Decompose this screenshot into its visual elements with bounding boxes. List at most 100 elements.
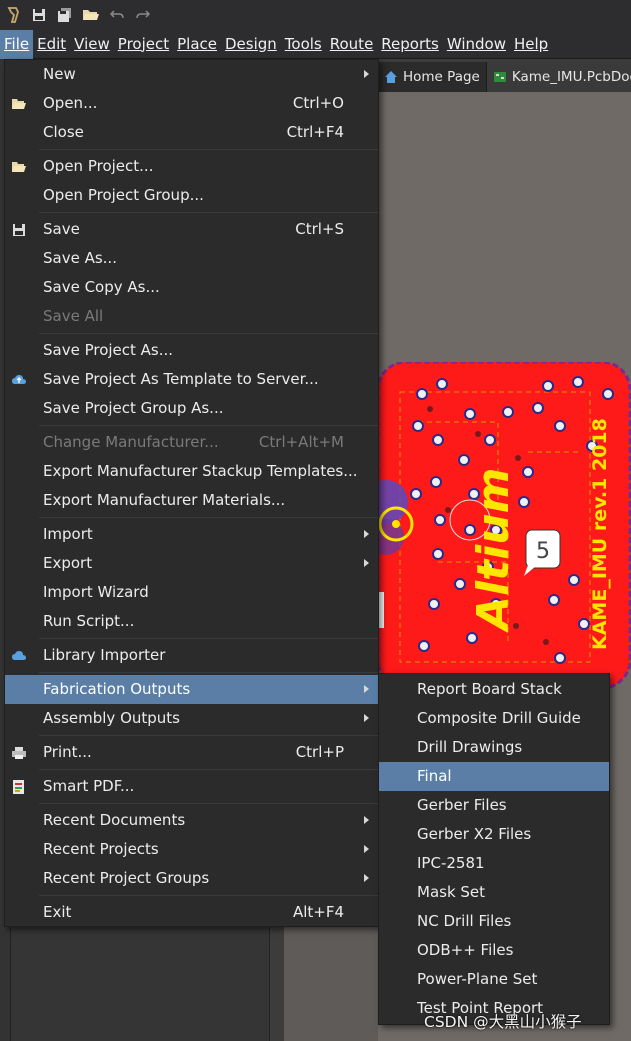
menu-item-save[interactable]: Save Ctrl+S bbox=[5, 215, 378, 244]
submenu-item-report-board-stack[interactable]: Report Board Stack bbox=[379, 675, 609, 704]
menu-help[interactable]: Help bbox=[510, 30, 552, 59]
menu-view[interactable]: View bbox=[70, 30, 114, 59]
submenu-item-label: Drill Drawings bbox=[417, 738, 523, 756]
menu-item-save-project-as[interactable]: Save Project As... bbox=[5, 336, 378, 365]
menu-item-open-project[interactable]: Open Project... bbox=[5, 152, 378, 181]
menu-item-print[interactable]: Print... Ctrl+P bbox=[5, 738, 378, 767]
menu-item-label: Exit bbox=[43, 903, 72, 921]
menu-item-label: Export Manufacturer Stackup Templates... bbox=[43, 462, 358, 480]
menu-reports[interactable]: Reports bbox=[377, 30, 443, 59]
menu-item-close[interactable]: Close Ctrl+F4 bbox=[5, 118, 378, 147]
menu-item-label: Open... bbox=[43, 94, 98, 112]
menu-item-label: Recent Projects bbox=[43, 840, 159, 858]
tab-home-page[interactable]: Home Page bbox=[378, 62, 487, 92]
menu-separator bbox=[39, 212, 378, 213]
submenu-item-gerber-files[interactable]: Gerber Files bbox=[379, 791, 609, 820]
menu-item-import[interactable]: Import bbox=[5, 520, 378, 549]
menu-item-label: Open Project Group... bbox=[43, 186, 204, 204]
menu-item-assembly-outputs[interactable]: Assembly Outputs bbox=[5, 704, 378, 733]
menu-item-shortcut: Ctrl+Alt+M bbox=[258, 433, 344, 451]
submenu-item-odb-files[interactable]: ODB++ Files bbox=[379, 936, 609, 965]
menu-item-change-manufacturer[interactable]: Change Manufacturer... Ctrl+Alt+M bbox=[5, 428, 378, 457]
pcb-silkscreen-text: KAME_IMU rev.1 2018 bbox=[589, 418, 611, 650]
menu-item-new[interactable]: New bbox=[5, 60, 378, 89]
tab-label: Kame_IMU.PcbDoc bbox=[511, 69, 631, 85]
fabrication-outputs-submenu: Report Board Stack Composite Drill Guide… bbox=[378, 673, 610, 1025]
undo-icon[interactable] bbox=[104, 2, 130, 28]
menu-item-label: Save All bbox=[43, 307, 104, 325]
submenu-item-power-plane-set[interactable]: Power-Plane Set bbox=[379, 965, 609, 994]
tab-label: Home Page bbox=[403, 69, 480, 85]
menu-item-label: Recent Project Groups bbox=[43, 869, 210, 887]
menu-item-import-wizard[interactable]: Import Wizard bbox=[5, 578, 378, 607]
submenu-item-label: Gerber X2 Files bbox=[417, 825, 532, 843]
menu-place[interactable]: Place bbox=[173, 30, 221, 59]
menu-item-save-copy-as[interactable]: Save Copy As... bbox=[5, 273, 378, 302]
pcb-board[interactable]: Altium KAME_IMU rev.1 2018 5 bbox=[364, 360, 631, 690]
menu-item-label: Print... bbox=[43, 743, 92, 761]
menu-item-label: Export bbox=[43, 554, 93, 572]
menu-item-label: Save As... bbox=[43, 249, 117, 267]
main-menubar: File Edit View Project Place Design Tool… bbox=[0, 29, 631, 59]
quick-access-toolbar bbox=[0, 0, 631, 30]
panel-strip bbox=[284, 920, 380, 1041]
menu-item-save-project-template[interactable]: Save Project As Template to Server... bbox=[5, 365, 378, 394]
pcb-doc-icon bbox=[493, 70, 507, 84]
menu-separator bbox=[39, 333, 378, 334]
menu-item-open-project-group[interactable]: Open Project Group... bbox=[5, 181, 378, 210]
menu-separator bbox=[39, 517, 378, 518]
menu-item-exit[interactable]: Exit Alt+F4 bbox=[5, 898, 378, 927]
menu-item-export-materials[interactable]: Export Manufacturer Materials... bbox=[5, 486, 378, 515]
menu-item-recent-projects[interactable]: Recent Projects bbox=[5, 835, 378, 864]
submenu-item-gerber-x2-files[interactable]: Gerber X2 Files bbox=[379, 820, 609, 849]
menu-item-label: Export Manufacturer Materials... bbox=[43, 491, 286, 509]
menu-item-open[interactable]: Open... Ctrl+O bbox=[5, 89, 378, 118]
submenu-item-label: ODB++ Files bbox=[417, 941, 514, 959]
menu-file[interactable]: File bbox=[0, 29, 34, 59]
redo-icon[interactable] bbox=[130, 2, 156, 28]
submenu-item-mask-set[interactable]: Mask Set bbox=[379, 878, 609, 907]
menu-edit[interactable]: Edit bbox=[33, 30, 70, 59]
menu-item-smart-pdf[interactable]: Smart PDF... bbox=[5, 772, 378, 801]
menu-item-fabrication-outputs[interactable]: Fabrication Outputs bbox=[5, 675, 378, 704]
menu-item-library-importer[interactable]: Library Importer bbox=[5, 641, 378, 670]
menu-item-label: Change Manufacturer... bbox=[43, 433, 219, 451]
save-icon[interactable] bbox=[26, 2, 52, 28]
menu-item-save-all[interactable]: Save All bbox=[5, 302, 378, 331]
menu-route[interactable]: Route bbox=[326, 30, 378, 59]
menu-item-shortcut: Ctrl+O bbox=[292, 94, 344, 112]
submenu-item-label: IPC-2581 bbox=[417, 854, 485, 872]
menu-item-save-as[interactable]: Save As... bbox=[5, 244, 378, 273]
menu-separator bbox=[39, 735, 378, 736]
submenu-arrow-icon bbox=[364, 685, 369, 693]
save-all-icon[interactable] bbox=[52, 2, 78, 28]
submenu-item-final[interactable]: Final bbox=[379, 762, 609, 791]
submenu-item-label: Report Board Stack bbox=[417, 680, 562, 698]
menu-item-shortcut: Ctrl+S bbox=[295, 220, 344, 238]
menu-item-export[interactable]: Export bbox=[5, 549, 378, 578]
menu-item-save-project-group-as[interactable]: Save Project Group As... bbox=[5, 394, 378, 423]
menu-window[interactable]: Window bbox=[443, 30, 510, 59]
submenu-item-composite-drill-guide[interactable]: Composite Drill Guide bbox=[379, 704, 609, 733]
menu-design[interactable]: Design bbox=[221, 30, 281, 59]
submenu-item-ipc-2581[interactable]: IPC-2581 bbox=[379, 849, 609, 878]
menu-project[interactable]: Project bbox=[114, 30, 173, 59]
tab-pcb-document[interactable]: Kame_IMU.PcbDoc bbox=[486, 62, 631, 92]
menu-separator bbox=[39, 803, 378, 804]
menu-item-export-stackup[interactable]: Export Manufacturer Stackup Templates... bbox=[5, 457, 378, 486]
menu-item-label: Import bbox=[43, 525, 93, 543]
app-logo-icon[interactable] bbox=[0, 2, 26, 28]
menu-item-run-script[interactable]: Run Script... bbox=[5, 607, 378, 636]
submenu-item-drill-drawings[interactable]: Drill Drawings bbox=[379, 733, 609, 762]
menu-item-recent-documents[interactable]: Recent Documents bbox=[5, 806, 378, 835]
open-icon[interactable] bbox=[78, 2, 104, 28]
submenu-item-nc-drill-files[interactable]: NC Drill Files bbox=[379, 907, 609, 936]
open-project-icon bbox=[11, 159, 27, 175]
menu-separator bbox=[39, 672, 378, 673]
menu-tools[interactable]: Tools bbox=[281, 30, 326, 59]
submenu-item-label: Composite Drill Guide bbox=[417, 709, 581, 727]
menu-separator bbox=[39, 769, 378, 770]
menu-item-recent-project-groups[interactable]: Recent Project Groups bbox=[5, 864, 378, 893]
watermark: CSDN @大黑山小猴子 bbox=[424, 1013, 582, 1031]
menu-item-shortcut: Ctrl+P bbox=[295, 743, 344, 761]
